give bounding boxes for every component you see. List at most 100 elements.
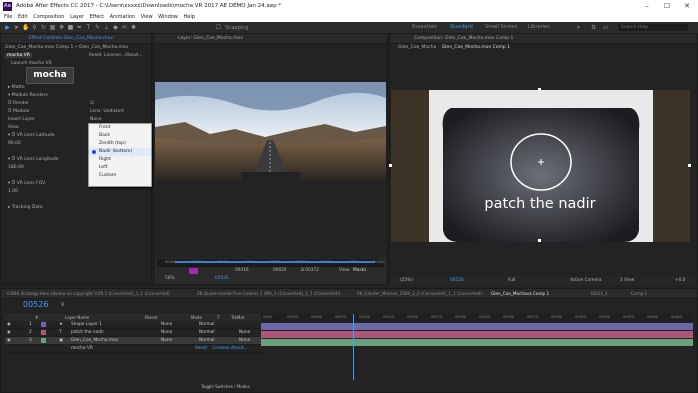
maximize-button[interactable]: ☐ [660, 2, 674, 11]
handle-top[interactable] [538, 88, 541, 91]
sync-icon[interactable]: ⇅ [590, 24, 597, 31]
frame-in[interactable]: 00416 [235, 268, 249, 273]
timeline-tab[interactable]: Z8 Queen-Inside-Five-Coloms 1 (MA_1 (Con… [197, 290, 341, 298]
handle-left[interactable] [389, 164, 392, 167]
view-select[interactable]: Masks [353, 268, 366, 273]
workspace-standard[interactable]: Standard [450, 24, 473, 30]
layer-effect-button[interactable]: About... [231, 345, 248, 352]
workspace-libraries[interactable]: Libraries [528, 24, 550, 30]
effect-about-button[interactable]: About... [125, 52, 143, 60]
type-tool-icon[interactable]: T [85, 24, 92, 31]
effect-name[interactable]: mocha VR [5, 53, 32, 58]
layer-row[interactable]: ◉ 3 ▣ Glen_Coe_Mocha.mov None Normal None [5, 337, 263, 345]
view-option[interactable]: Back [89, 132, 151, 140]
layer-zoom[interactable]: 50% [165, 276, 175, 281]
menu-window[interactable]: Window [158, 13, 178, 22]
view-option[interactable]: Zenith (top) [89, 140, 151, 148]
layer-viewer-tab[interactable]: Layer: Glen_Coe_Mocha.mov [178, 36, 243, 41]
menu-animation[interactable]: Animation [110, 13, 136, 22]
comp-canvas[interactable] [391, 90, 690, 242]
frame-out[interactable]: 00024 [273, 268, 287, 273]
view-option[interactable]: Front [89, 124, 151, 132]
view-option[interactable]: Nadir (bottom) [89, 148, 151, 156]
effect-property-value[interactable]: ☑ [90, 100, 94, 108]
effect-reset-button[interactable]: Reset [89, 52, 102, 60]
column-header[interactable]: Mode [191, 314, 202, 321]
layer-parent[interactable]: None [161, 329, 172, 336]
pan-behind-tool-icon[interactable]: ✥ [58, 24, 65, 31]
pen-tool-icon[interactable]: ✒ [76, 24, 83, 31]
menu-help[interactable]: Help [183, 13, 194, 22]
column-header[interactable]: Parent [145, 314, 158, 321]
handle-bottom[interactable] [538, 239, 541, 242]
layer-color-label[interactable] [41, 330, 46, 335]
comp-resolution[interactable]: Full [508, 277, 515, 285]
layer-duration-bar[interactable] [261, 323, 693, 330]
mocha-logo-button[interactable]: mocha [26, 67, 74, 84]
layer-work-area[interactable] [175, 261, 375, 263]
clone-tool-icon[interactable]: ⊥ [103, 24, 110, 31]
snapping-checkbox-icon[interactable]: ☐ [215, 24, 222, 31]
selection-tool-icon[interactable]: ➤ [13, 24, 20, 31]
effect-property-row[interactable]: ▸ Matte [8, 84, 150, 92]
overlay-text[interactable]: patch the nadir [400, 196, 680, 212]
comp-timecode[interactable]: 00526 [450, 277, 464, 285]
visibility-eye-icon[interactable]: ◉ [7, 337, 11, 344]
layer-timecode[interactable]: 00526 [215, 276, 229, 281]
timeline-ruler[interactable]: 0000 00025 00050 00075 00100 00125 00150 00175 0… [261, 314, 693, 321]
comp-camera[interactable]: Active Camera [570, 277, 602, 285]
timeline-playhead[interactable] [353, 314, 354, 380]
menu-effect[interactable]: Effect [90, 13, 104, 22]
menu-file[interactable]: File [4, 13, 12, 22]
view-option[interactable]: Left [89, 164, 151, 172]
view-option[interactable]: Custom [89, 172, 151, 180]
layer-trkmat[interactable]: None [239, 337, 250, 344]
workspace-essentials[interactable]: Essentials [412, 24, 437, 30]
shape-tool-icon[interactable]: ■ [67, 24, 74, 31]
column-header[interactable]: TrkMat [231, 314, 244, 321]
zoom-tool-icon[interactable]: ⚲ [31, 24, 38, 31]
effect-controls-tab[interactable]: Effect Controls [29, 36, 62, 41]
workspace-menu-icon[interactable]: » [575, 24, 582, 31]
comp-zoom[interactable]: (25%) [400, 277, 413, 285]
menu-edit[interactable]: Edit [18, 13, 28, 22]
view-option[interactable]: Right [89, 156, 151, 164]
timeline-tab[interactable]: 0-B6K Strategy-Aero (Ikuma no copyright … [7, 290, 170, 298]
toggle-switches-modes[interactable]: Toggle Switches / Modes [201, 384, 250, 389]
layer-mode[interactable]: Normal [199, 337, 215, 344]
hand-tool-icon[interactable]: ✋ [22, 24, 29, 31]
layer-effect-button[interactable]: Reset [195, 345, 207, 352]
comp-exposure[interactable]: +0.0 [675, 277, 685, 285]
workspace-small-screen[interactable]: Small Screen [485, 24, 518, 30]
timeline-tab[interactable]: Comp 1 [631, 290, 647, 298]
effect-property-row[interactable]: Ö Render ☑ [8, 100, 150, 108]
search-help-input[interactable]: Search Help [618, 24, 688, 31]
layer-color-label[interactable] [41, 338, 46, 343]
effect-property-value[interactable]: Lens: Undistort [90, 108, 124, 116]
layer-row[interactable]: ◉ 1 ★ Shape Layer 1 None Normal [5, 321, 263, 329]
rotate-tool-icon[interactable]: ↻ [40, 24, 47, 31]
timeline-tab[interactable]: 06_Glenfer_Mission_1000_2_0 (Converted)_… [357, 290, 482, 298]
column-header[interactable]: T [217, 314, 219, 321]
puppet-tool-icon[interactable]: ✱ [130, 24, 137, 31]
effect-property-row[interactable]: ▸ Tracking Data [8, 204, 150, 212]
composition-tab[interactable]: Composition: Glen_Coe_Mocha.mov Comp 1 [414, 36, 513, 41]
visibility-eye-icon[interactable]: ◉ [7, 329, 11, 336]
layer-color-label[interactable] [41, 322, 46, 327]
menu-layer[interactable]: Layer [70, 13, 84, 22]
comp-subtab-1[interactable]: Glen_Coe_Mocha [398, 45, 436, 50]
layer-trkmat[interactable]: None [239, 329, 250, 336]
layer-effect-row[interactable]: mocha VR Reset License... About... [5, 345, 263, 353]
effect-property-row[interactable]: Ö Module Lens: Undistort [8, 108, 150, 116]
column-header[interactable]: # [35, 314, 38, 321]
handle-right[interactable] [688, 164, 691, 167]
effect-property-row[interactable]: 1.00 [8, 188, 150, 196]
effect-license-button[interactable]: License... [104, 52, 125, 60]
comp-views[interactable]: 1 View [620, 277, 634, 285]
panel-icon[interactable]: ▭ [602, 24, 609, 31]
camera-tool-icon[interactable]: ▦ [49, 24, 56, 31]
launch-mocha-label[interactable]: Launch mocha VR [1, 60, 151, 68]
layer-duration-bar[interactable] [261, 339, 693, 346]
timeline-timecode[interactable]: 00526 [23, 300, 48, 309]
layer-duration-bar[interactable] [261, 331, 693, 338]
